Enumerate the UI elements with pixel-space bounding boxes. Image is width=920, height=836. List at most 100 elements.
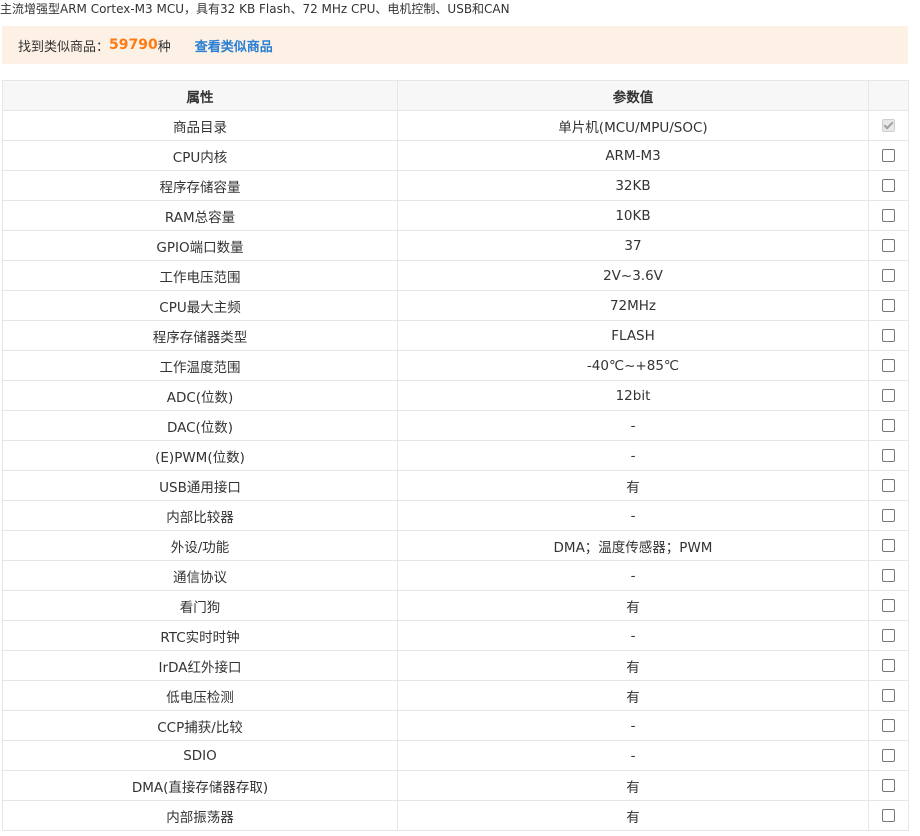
attribute-cell: 内部比较器 [2,500,398,531]
attribute-cell: USB通用接口 [2,470,398,501]
row-select-checkbox[interactable] [882,389,895,402]
table-row: CPU内核 ARM-M3 [2,140,909,171]
select-cell [868,140,909,171]
row-select-checkbox[interactable] [882,179,895,192]
select-cell [868,320,909,351]
value-cell: 有 [397,470,869,501]
row-select-checkbox[interactable] [882,299,895,312]
table-row: RTC实时时钟 - [2,620,909,651]
value-cell: 2V~3.6V [397,260,869,291]
row-select-checkbox[interactable] [882,509,895,522]
attribute-cell: SDIO [2,740,398,771]
value-cell: - [397,620,869,651]
select-cell [868,470,909,501]
row-select-checkbox[interactable] [882,149,895,162]
value-cell: 12bit [397,380,869,411]
row-select-checkbox[interactable] [882,749,895,762]
value-cell: - [397,710,869,741]
select-cell [868,440,909,471]
value-cell: -40℃~+85℃ [397,350,869,381]
row-select-checkbox[interactable] [882,359,895,372]
row-select-checkbox[interactable] [882,689,895,702]
row-select-checkbox[interactable] [882,599,895,612]
attribute-cell: 内部振荡器 [2,800,398,831]
value-cell: 有 [397,680,869,711]
view-similar-products-link[interactable]: 查看类似商品 [195,36,273,55]
attribute-cell: RTC实时时钟 [2,620,398,651]
table-row: ADC(位数) 12bit [2,380,909,411]
select-cell [868,530,909,561]
row-select-checkbox[interactable] [882,719,895,732]
attribute-cell: 工作电压范围 [2,260,398,291]
table-row: DAC(位数) - [2,410,909,441]
select-cell [868,350,909,381]
attribute-cell: 程序存储容量 [2,170,398,201]
table-row: DMA(直接存储器存取) 有 [2,770,909,801]
table-row: 工作电压范围 2V~3.6V [2,260,909,291]
table-row: 内部振荡器有 [2,800,909,831]
row-select-checkbox[interactable] [882,449,895,462]
row-select-checkbox[interactable] [882,809,895,822]
select-cell [868,500,909,531]
row-select-checkbox[interactable] [882,209,895,222]
attribute-cell: IrDA红外接口 [2,650,398,681]
value-cell: 32KB [397,170,869,201]
header-value: 参数值 [397,80,869,111]
value-cell: ARM-M3 [397,140,869,171]
value-cell: 72MHz [397,290,869,321]
select-cell [868,410,909,441]
row-select-checkbox[interactable] [882,479,895,492]
found-prefix: 找到类似商品： [18,39,110,55]
header-attribute: 属性 [2,80,398,111]
select-cell [868,560,909,591]
select-cell [868,650,909,681]
value-cell: - [397,560,869,591]
attribute-cell: 商品目录 [2,110,398,141]
select-cell [868,200,909,231]
table-row: IrDA红外接口有 [2,650,909,681]
row-select-checkbox[interactable] [882,779,895,792]
row-select-checkbox[interactable] [882,539,895,552]
parameters-table-body: 商品目录 单片机(MCU/MPU/SOC) CPU内核 ARM-M3 程序存储容量 32K… [2,110,909,831]
select-cell [868,800,909,831]
attribute-cell: GPIO端口数量 [2,230,398,261]
value-cell: 单片机(MCU/MPU/SOC) [397,110,869,141]
select-cell [868,680,909,711]
row-select-checkbox[interactable] [882,269,895,282]
attribute-cell: 程序存储器类型 [2,320,398,351]
table-row: CCP捕获/比较 - [2,710,909,741]
value-cell: DMA；温度传感器；PWM [397,530,869,561]
table-row: (E)PWM(位数) - [2,440,909,471]
value-cell: 10KB [397,200,869,231]
value-cell: 37 [397,230,869,261]
row-select-checkbox[interactable] [882,659,895,672]
select-cell [868,770,909,801]
row-select-checkbox[interactable] [882,629,895,642]
row-select-checkbox[interactable] [882,239,895,252]
attribute-cell: 外设/功能 [2,530,398,561]
row-select-checkbox[interactable] [882,419,895,432]
table-row: 程序存储容量 32KB [2,170,909,201]
select-cell [868,170,909,201]
table-row: USB通用接口有 [2,470,909,501]
value-cell: - [397,410,869,441]
header-select [868,80,909,111]
value-cell: - [397,740,869,771]
attribute-cell: 看门狗 [2,590,398,621]
attribute-cell: 工作温度范围 [2,350,398,381]
value-cell: FLASH [397,320,869,351]
table-row: GPIO端口数量 37 [2,230,909,261]
select-cell [868,230,909,261]
product-description: 主流增强型ARM Cortex-M3 MCU，具有32 KB Flash、72 … [0,2,510,16]
row-select-checkbox[interactable] [882,329,895,342]
table-row: SDIO - [2,740,909,771]
attribute-cell: CPU最大主频 [2,290,398,321]
select-cell [868,620,909,651]
attribute-cell: CPU内核 [2,140,398,171]
select-cell [868,380,909,411]
value-cell: - [397,440,869,471]
attribute-cell: 通信协议 [2,560,398,591]
row-select-checkbox[interactable] [882,569,895,582]
table-row: 外设/功能 DMA；温度传感器；PWM [2,530,909,561]
table-row: 程序存储器类型 FLASH [2,320,909,351]
